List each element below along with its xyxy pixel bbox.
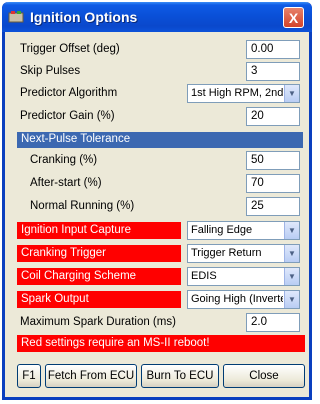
close-button[interactable]: Close	[223, 364, 305, 388]
ignition-options-dialog: Ignition Options X Trigger Offset (deg) …	[2, 2, 312, 400]
skip-pulses-label: Skip Pulses	[20, 65, 81, 77]
reboot-warning-banner: Red settings require an MS-II reboot!	[17, 335, 305, 352]
title-bar[interactable]: Ignition Options X	[2, 2, 312, 32]
chevron-down-icon[interactable]: ▼	[284, 245, 299, 262]
cranking-trigger-select[interactable]: Trigger Return ▼	[187, 244, 300, 263]
predictor-algorithm-label: Predictor Algorithm	[20, 87, 118, 99]
predictor-algorithm-select[interactable]: 1st High RPM, 2nd ▼	[187, 84, 300, 103]
app-icon	[8, 11, 24, 23]
max-spark-duration-input[interactable]: 2.0	[246, 313, 300, 332]
normal-running-tolerance-label: Normal Running (%)	[30, 200, 135, 212]
max-spark-duration-label: Maximum Spark Duration (ms)	[20, 316, 176, 328]
after-start-tolerance-label: After-start (%)	[30, 177, 102, 189]
cranking-trigger-value: Trigger Return	[191, 247, 262, 259]
cranking-tolerance-row: Cranking (%) 50	[5, 151, 309, 171]
cranking-trigger-label: Cranking Trigger	[17, 245, 181, 262]
ignition-input-capture-label: Ignition Input Capture	[17, 222, 181, 239]
chevron-down-icon[interactable]: ▼	[284, 268, 299, 285]
spark-output-select[interactable]: Going High (Inverte ▼	[187, 290, 300, 309]
trigger-offset-input[interactable]: 0.00	[246, 40, 300, 59]
predictor-gain-row: Predictor Gain (%) 20	[5, 107, 309, 127]
predictor-algorithm-row: Predictor Algorithm 1st High RPM, 2nd ▼	[5, 84, 309, 104]
predictor-algorithm-value: 1st High RPM, 2nd	[191, 87, 283, 99]
max-spark-duration-row: Maximum Spark Duration (ms) 2.0	[5, 313, 309, 333]
skip-pulses-row: Skip Pulses 3	[5, 62, 309, 82]
next-pulse-tolerance-header: Next-Pulse Tolerance	[17, 132, 303, 148]
coil-charging-scheme-select[interactable]: EDIS ▼	[187, 267, 300, 286]
fetch-from-ecu-button[interactable]: Fetch From ECU	[45, 364, 137, 388]
close-window-button[interactable]: X	[283, 7, 304, 28]
coil-charging-scheme-value: EDIS	[191, 270, 217, 282]
skip-pulses-input[interactable]: 3	[246, 62, 300, 81]
close-icon: X	[288, 9, 299, 26]
f1-help-button[interactable]: F1	[17, 364, 41, 388]
after-start-tolerance-input[interactable]: 70	[246, 174, 300, 193]
ignition-input-capture-select[interactable]: Falling Edge ▼	[187, 221, 300, 240]
spark-output-label: Spark Output	[17, 291, 181, 308]
predictor-gain-input[interactable]: 20	[246, 107, 300, 126]
cranking-tolerance-input[interactable]: 50	[246, 151, 300, 170]
normal-running-tolerance-input[interactable]: 25	[246, 197, 300, 216]
normal-running-tolerance-row: Normal Running (%) 25	[5, 197, 309, 217]
window-title: Ignition Options	[30, 9, 138, 25]
chevron-down-icon[interactable]: ▼	[284, 291, 299, 308]
ignition-input-capture-value: Falling Edge	[191, 224, 253, 236]
after-start-tolerance-row: After-start (%) 70	[5, 174, 309, 194]
trigger-offset-label: Trigger Offset (deg)	[20, 43, 120, 55]
cranking-tolerance-label: Cranking (%)	[30, 154, 98, 166]
trigger-offset-row: Trigger Offset (deg) 0.00	[5, 40, 309, 60]
predictor-gain-label: Predictor Gain (%)	[20, 110, 115, 122]
burn-to-ecu-button[interactable]: Burn To ECU	[141, 364, 219, 388]
chevron-down-icon[interactable]: ▼	[284, 222, 299, 239]
spark-output-value: Going High (Inverte	[191, 293, 283, 305]
coil-charging-scheme-label: Coil Charging Scheme	[17, 268, 181, 285]
chevron-down-icon[interactable]: ▼	[284, 85, 299, 102]
